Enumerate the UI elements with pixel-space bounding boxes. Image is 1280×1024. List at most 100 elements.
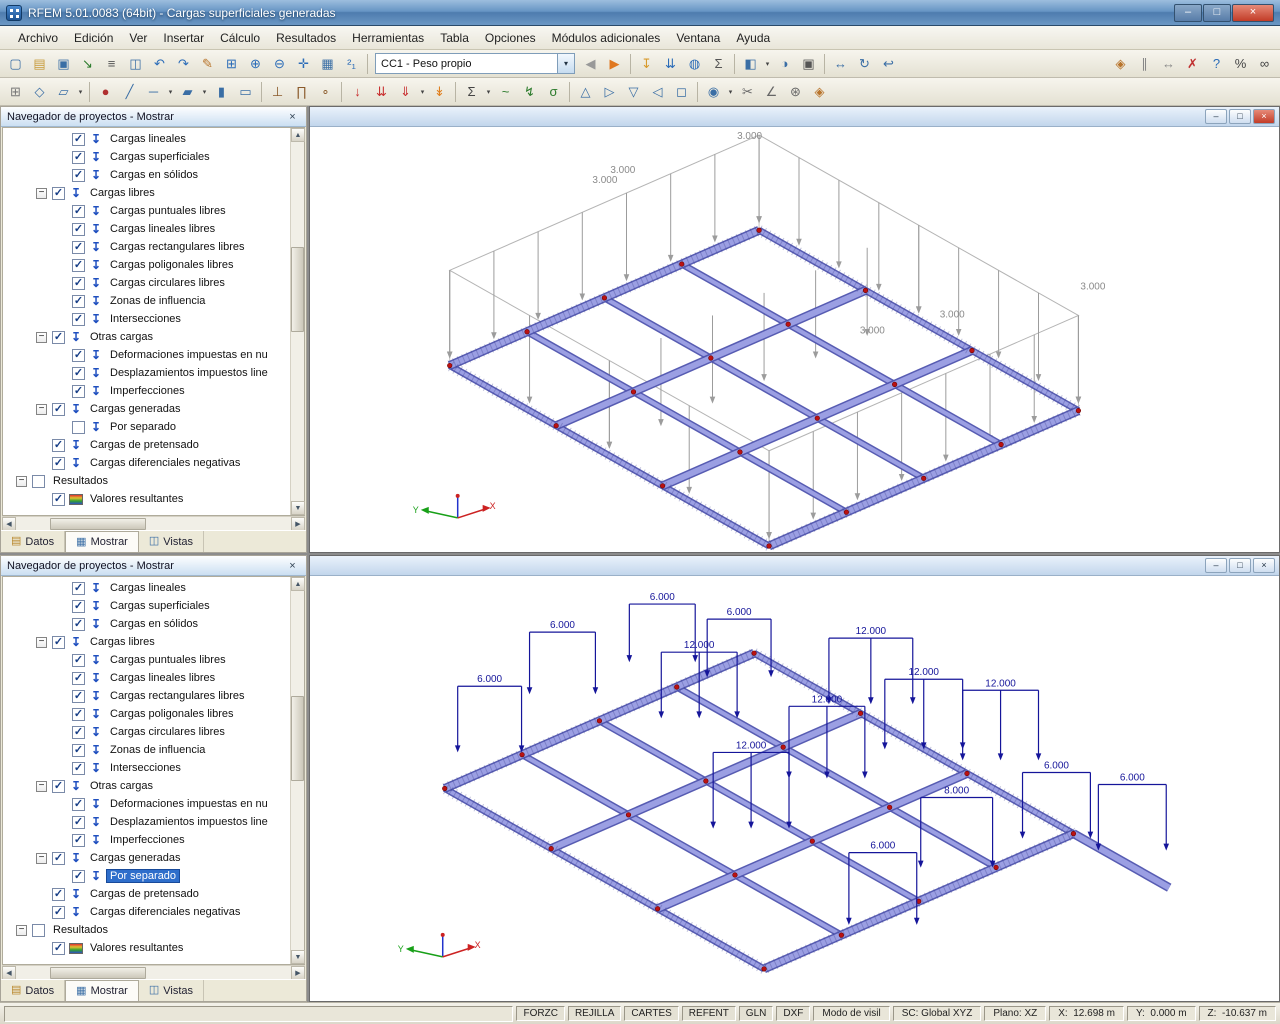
viewport-bottom-canvas[interactable]: 6.000 6.000 6.000 12.000 12.000 6.000 12.000 12… [310,576,1279,1001]
scroll-thumb[interactable] [291,247,304,332]
checkbox[interactable]: ✓ [72,761,85,775]
previous-view-icon[interactable]: ↩ [877,52,900,75]
tree-item-cargas-en-solidos[interactable]: ✓ ↧ Cargas en sólidos [3,166,290,184]
section-cut-icon[interactable]: ✂ [736,80,759,103]
tree-item-cargas-generadas[interactable]: − ✓ ↧ Cargas generadas [3,400,290,418]
new-surface-dropdown-icon[interactable]: ▾ [200,88,209,96]
tab-mostrar[interactable]: ▦ Mostrar [65,980,139,1001]
scroll-right-icon[interactable]: ▶ [291,965,305,980]
menu-herramientas[interactable]: Herramientas [344,28,432,48]
tree-item-cargas-rectangulares-libres[interactable]: ✓ ↧ Cargas rectangulares libres [3,687,290,705]
checkbox[interactable]: ✓ [72,204,85,218]
status-toggle-rejilla[interactable]: REJILLA [567,1006,622,1021]
viewport-bottom-client[interactable]: 6.000 6.000 6.000 12.000 12.000 6.000 12.000 12… [310,576,1279,1001]
checkbox[interactable]: ✓ [52,402,65,416]
expander-icon[interactable]: − [36,852,47,864]
scroll-thumb[interactable] [50,966,146,979]
navigator-close-icon[interactable]: × [285,109,300,124]
tree-item-cargas-de-pretensado[interactable]: ✓ ↧ Cargas de pretensado [3,885,290,903]
scroll-left-icon[interactable]: ◀ [2,965,16,980]
tree-item-cargas-libres[interactable]: − ✓ ↧ Cargas libres [3,184,290,202]
viewport-titlebar[interactable]: – □ × [310,556,1279,576]
combobox-dropdown-icon[interactable]: ▾ [557,54,574,73]
navigator-titlebar[interactable]: Navegador de proyectos - Mostrar × [1,107,306,127]
status-toggle-gln[interactable]: GLN [738,1006,774,1021]
menu-edicion[interactable]: Edición [66,28,121,48]
close-button[interactable]: × [1232,3,1274,22]
checkbox[interactable]: ✓ [72,581,85,595]
scroll-down-icon[interactable]: ▼ [291,501,305,515]
scroll-left-icon[interactable]: ◀ [2,516,16,531]
tree-item-desplazamientos-impuestos-line[interactable]: ✓ ↧ Desplazamientos impuestos line [3,813,290,831]
render-mode-dropdown-icon[interactable]: ▾ [763,60,772,68]
checkbox[interactable]: ✓ [72,617,85,631]
menu-archivo[interactable]: Archivo [10,28,66,48]
menu-ayuda[interactable]: Ayuda [728,28,778,48]
object-snap-icon[interactable]: ◈ [1109,52,1132,75]
tree-horizontal-scrollbar[interactable]: ◀ ▶ [2,965,305,980]
visibility-icon[interactable]: ◉ [702,80,725,103]
checkbox[interactable]: ✓ [72,384,85,398]
checkbox[interactable]: ✓ [72,240,85,254]
nodal-load-icon[interactable]: ↓ [346,80,369,103]
checkbox[interactable]: ✓ [52,941,65,955]
new-model-icon[interactable]: ▢ [4,52,27,75]
tree-item-cargas-superficiales[interactable]: ✓ ↧ Cargas superficiales [3,597,290,615]
status-toggle-refent[interactable]: REFENT [681,1006,736,1021]
tree-item-otras-cargas[interactable]: − ✓ ↧ Otras cargas [3,328,290,346]
expander-icon[interactable]: − [36,331,47,343]
calculate-icon[interactable]: Σ [460,80,483,103]
menu-calculo[interactable]: Cálculo [212,28,268,48]
viewport-minimize-button[interactable]: – [1205,109,1227,124]
tab-vistas[interactable]: ◫ Vistas [139,531,205,552]
viewport-top-canvas[interactable]: 3.0003.0003.0003.0003.0003.000Y X [310,127,1279,552]
tree-item-cargas-diferenciales-negativas[interactable]: ✓ ↧ Cargas diferenciales negativas [3,903,290,921]
checkbox[interactable] [72,420,85,434]
tree-item-valores-resultantes[interactable]: ✓ Valores resultantes [3,490,290,508]
view-xy-icon[interactable]: ▷ [598,80,621,103]
status-toggle-forzc[interactable]: FORZC [516,1006,565,1021]
tree-vertical-scrollbar[interactable]: ▲ ▼ [290,577,305,964]
tree-item-cargas-lineales[interactable]: ✓ ↧ Cargas lineales [3,579,290,597]
checkbox[interactable]: ✓ [72,258,85,272]
edit-pencil-icon[interactable]: ✎ [196,52,219,75]
view-yz-icon[interactable]: ◁ [646,80,669,103]
surface-load-icon[interactable]: ⇓ [394,80,417,103]
checkbox[interactable]: ✓ [72,833,85,847]
open-model-icon[interactable]: ▤ [28,52,51,75]
tree-item-cargas-poligonales-libres[interactable]: ✓ ↧ Cargas poligonales libres [3,705,290,723]
tab-mostrar[interactable]: ▦ Mostrar [65,531,139,552]
calculate-dropdown-icon[interactable]: ▾ [484,88,493,96]
tab-datos[interactable]: ▤ Datos [1,980,66,1001]
view-search-icon[interactable]: ∞ [1253,52,1276,75]
tree-vertical-scrollbar[interactable]: ▲ ▼ [290,128,305,515]
scroll-thumb[interactable] [291,696,304,781]
checkbox[interactable]: ✓ [72,312,85,326]
scroll-track[interactable] [291,591,304,950]
tree-item-cargas-de-pretensado[interactable]: ✓ ↧ Cargas de pretensado [3,436,290,454]
checkbox[interactable]: ✓ [72,689,85,703]
light-mode-icon[interactable]: ◑ [773,52,796,75]
copy-icon[interactable]: ◫ [124,52,147,75]
sum-results-icon[interactable]: Σ [707,52,730,75]
show-loads-icon[interactable]: ↧ [635,52,658,75]
checkbox[interactable]: ✓ [72,132,85,146]
expander-icon[interactable]: − [16,924,27,936]
expander-icon[interactable]: − [36,780,47,792]
checkbox[interactable]: ✓ [52,635,65,649]
expander-icon[interactable]: − [36,636,47,648]
tree-item-cargas-puntuales-libres[interactable]: ✓ ↧ Cargas puntuales libres [3,651,290,669]
zoom-window-icon[interactable]: ⊞ [220,52,243,75]
help-icon[interactable]: ? [1205,52,1228,75]
viewport-close-button[interactable]: × [1253,109,1275,124]
tree-item-cargas-diferenciales-negativas[interactable]: ✓ ↧ Cargas diferenciales negativas [3,454,290,472]
zoom-out-icon[interactable]: ⊖ [268,52,291,75]
rotate-view-icon[interactable]: ↻ [853,52,876,75]
viewport-minimize-button[interactable]: – [1205,558,1227,573]
new-solid-icon[interactable]: ▮ [210,80,233,103]
tree-item-cargas-rectangulares-libres[interactable]: ✓ ↧ Cargas rectangulares libres [3,238,290,256]
viewport-top-client[interactable]: 3.000 3.000 3.000 3.000 3.000 3.000 Y X [310,127,1279,552]
scroll-up-icon[interactable]: ▲ [291,128,305,142]
checkbox[interactable]: ✓ [72,348,85,362]
checkbox[interactable]: ✓ [52,492,65,506]
